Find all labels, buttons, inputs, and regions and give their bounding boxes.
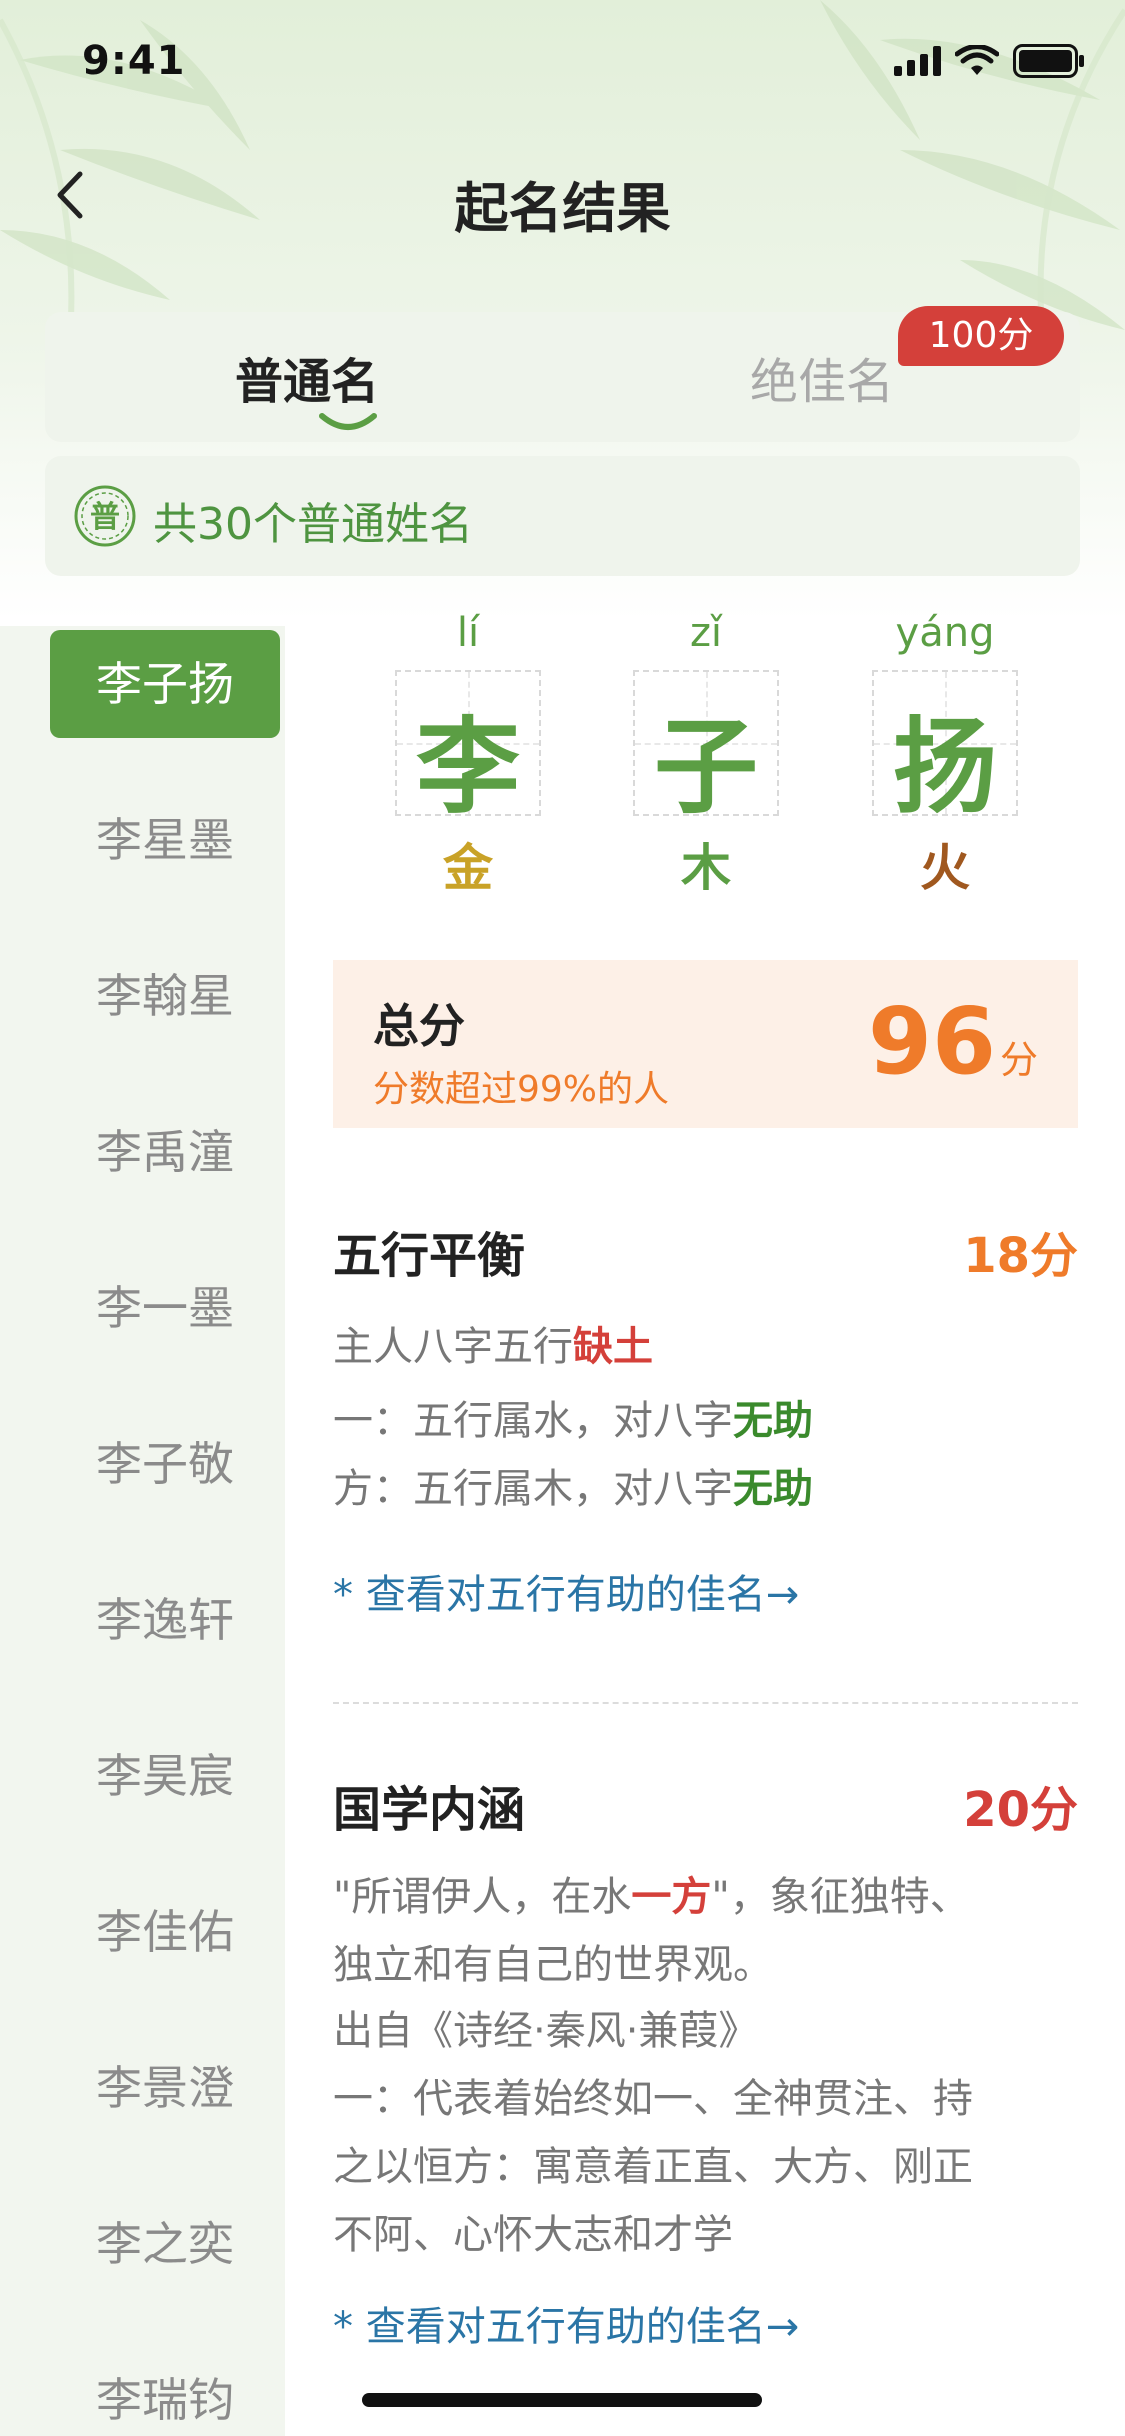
status-icons (894, 44, 1085, 78)
poem-quote-line2: 独立和有自己的世界观。 (333, 1942, 773, 1988)
total-score-subtext: 分数超过99%的人 (373, 1069, 670, 1110)
sidebar-item-name[interactable]: 李子敬 (50, 1410, 280, 1518)
svg-text:普: 普 (90, 500, 120, 535)
missing-element: 缺土 (573, 1324, 653, 1370)
help-status: 无助 (733, 1398, 813, 1444)
cellular-signal-icon (894, 46, 941, 76)
character-grid: 李 (395, 670, 541, 828)
meaning-text: 之以恒方：寓意着正直、大方、刚正 (333, 2144, 973, 2190)
tab-best-names[interactable]: 绝佳名 (750, 342, 894, 412)
sidebar-item-name[interactable]: 李之奕 (50, 2190, 280, 2298)
total-score-card: 总分 分数超过99%的人 96 分 (333, 960, 1078, 1128)
total-score-value: 96 分 (868, 988, 1038, 1095)
poem-quote: "所谓伊人，在水一方"，象征独特、 (333, 1874, 970, 1920)
section-title: 国学内涵 (333, 1782, 526, 1838)
nav-bar: 起名结果 (0, 140, 1125, 250)
pinyin: zǐ (689, 610, 723, 656)
element-label: 金 (443, 838, 493, 897)
sidebar-item-name[interactable]: 李禹潼 (50, 1098, 280, 1206)
total-score-label: 总分 (373, 999, 465, 1053)
sidebar-item-name[interactable]: 李瑞钧 (50, 2346, 280, 2436)
score-number: 96 (867, 988, 996, 1095)
sidebar-item-name[interactable]: 李景澄 (50, 2034, 280, 2142)
sidebar-item-name[interactable]: 李佳佑 (50, 1878, 280, 1986)
score-badge: 100分 (898, 306, 1064, 366)
character: 李 (415, 706, 520, 828)
section-title: 五行平衡 (333, 1228, 526, 1284)
view-helpful-names-link[interactable]: * 查看对五行有助的佳名→ (333, 2294, 799, 2352)
name-character: zǐ 子 木 (631, 610, 781, 900)
bazi-wuxing-line: 主人八字五行缺土 (333, 1324, 653, 1370)
status-time: 9:41 (82, 38, 186, 84)
battery-icon (1013, 44, 1084, 78)
active-tab-indicator (319, 413, 377, 430)
character-grid: 扬 (872, 670, 1018, 828)
sidebar-item-name[interactable]: 李翰星 (50, 942, 280, 1050)
meaning-text: 一：代表着始终如一、全神贯注、持 (333, 2076, 973, 2122)
poem-source: 出自《诗经·秦风·兼葭》 (333, 2008, 759, 2054)
char-wuxing-line: 方：五行属木，对八字无助 (333, 1466, 813, 1512)
character: 扬 (892, 706, 997, 828)
name-list-sidebar: 李子扬 李星墨 李翰星 李禹潼 李一墨 李子敬 李逸轩 李昊宸 李佳佑 李景澄 … (0, 626, 285, 2436)
pinyin: yáng (895, 610, 995, 656)
section-divider (333, 1702, 1078, 1704)
wuxing-balance-section: 五行平衡 18分 主人八字五行缺土 一：五行属水，对八字无助 方：五行属木，对八… (333, 1216, 1078, 1646)
sidebar-item-name[interactable]: 李子扬 (50, 630, 280, 738)
view-helpful-names-link[interactable]: * 查看对五行有助的佳名→ (333, 1562, 799, 1620)
element-label: 木 (681, 838, 731, 897)
guoxue-section: 国学内涵 20分 "所谓伊人，在水一方"，象征独特、 独立和有自己的世界观。 出… (333, 1770, 1078, 2420)
element-label: 火 (920, 838, 970, 897)
seal-icon: 普 (74, 485, 136, 547)
section-score: 18分 (963, 1228, 1078, 1284)
pinyin: lí (456, 610, 480, 656)
sidebar-item-name[interactable]: 李逸轩 (50, 1566, 280, 1674)
name-count-bar: 普 共30个普通姓名 (45, 456, 1080, 576)
char-wuxing-line: 一：五行属水，对八字无助 (333, 1398, 813, 1444)
meaning-text: 不阿、心怀大志和才学 (333, 2212, 733, 2258)
quote-highlight: 一方 (631, 1874, 712, 1920)
character: 子 (653, 706, 758, 828)
wifi-icon (955, 45, 999, 75)
tab-normal-names[interactable]: 普通名 (235, 342, 379, 412)
help-status: 无助 (733, 1466, 813, 1512)
sidebar-item-name[interactable]: 李昊宸 (50, 1722, 280, 1830)
name-count-text: 共30个普通姓名 (153, 499, 473, 550)
character-grid: 子 (633, 670, 779, 828)
score-unit: 分 (999, 1038, 1038, 1082)
home-indicator (362, 2393, 762, 2407)
sidebar-item-name[interactable]: 李一墨 (50, 1254, 280, 1362)
section-score: 20分 (963, 1782, 1078, 1838)
page-title: 起名结果 (454, 177, 671, 240)
name-character: yáng 扬 火 (870, 610, 1020, 900)
status-bar: 9:41 (0, 0, 1125, 132)
sidebar-item-name[interactable]: 李星墨 (50, 786, 280, 894)
name-character: lí 李 金 (393, 610, 543, 900)
